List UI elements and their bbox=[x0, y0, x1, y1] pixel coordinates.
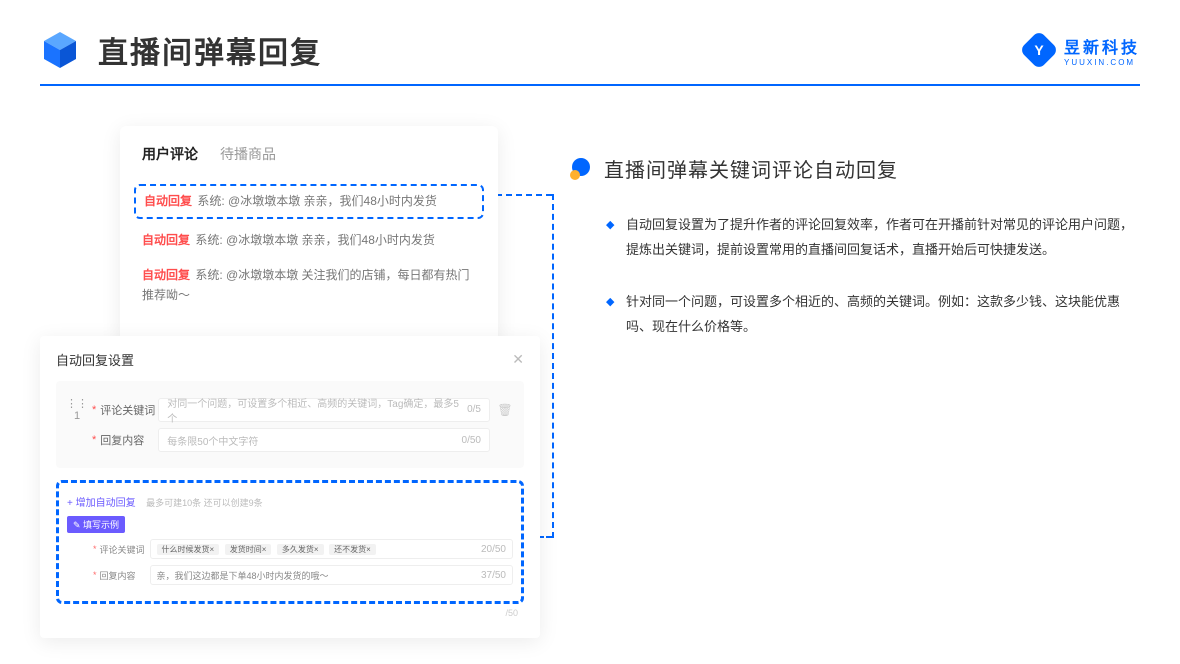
example-highlight-box: + 增加自动回复 最多可建10条 还可以创建9条 ✎ 填写示例 * 评论关键词 … bbox=[56, 480, 524, 604]
example-content-label: 回复内容 bbox=[100, 569, 150, 582]
bullet-item: 针对同一个问题，可设置多个相近的、高频的关键词。例如：这款多少钱、这块能优惠吗、… bbox=[606, 290, 1140, 339]
add-auto-reply-link[interactable]: + 增加自动回复 bbox=[67, 494, 136, 509]
tab-products[interactable]: 待播商品 bbox=[220, 144, 276, 164]
tab-user-comments[interactable]: 用户评论 bbox=[142, 144, 198, 164]
settings-panel: 自动回复设置 ✕ ⋮⋮ 1 * 评论关键词 对同一个问题，可设置多个相近、高频的… bbox=[40, 336, 540, 638]
form-block: ⋮⋮ 1 * 评论关键词 对同一个问题，可设置多个相近、高频的关键词，Tag确定… bbox=[56, 381, 524, 468]
auto-reply-tag: 自动回复 bbox=[144, 194, 192, 208]
keyword-input[interactable]: 对同一个问题，可设置多个相近、高频的关键词，Tag确定，最多5个 0/5 bbox=[158, 398, 490, 422]
content-label: 回复内容 bbox=[100, 432, 158, 448]
tag-chip: 发货时间× bbox=[225, 544, 272, 555]
comment-row: 自动回复 系统: @冰墩墩本墩 关注我们的店铺，每日都有热门推荐呦～ bbox=[120, 258, 498, 312]
example-keyword-label: 评论关键词 bbox=[100, 543, 150, 556]
required-mark: * bbox=[92, 404, 96, 416]
comment-text: 系统: @冰墩墩本墩 亲亲，我们48小时内发货 bbox=[195, 233, 435, 247]
outer-counter: /50 bbox=[56, 608, 524, 618]
content-counter: 0/50 bbox=[462, 435, 481, 446]
bullet-item: 自动回复设置为了提升作者的评论回复效率，作者可在开播前针对常见的评论用户问题，提… bbox=[606, 213, 1140, 262]
comment-row: 自动回复 系统: @冰墩墩本墩 亲亲，我们48小时内发货 bbox=[120, 223, 498, 258]
required-mark: * bbox=[93, 570, 97, 580]
required-mark: * bbox=[93, 544, 97, 554]
svg-text:Y: Y bbox=[1034, 42, 1044, 58]
auto-reply-tag: 自动回复 bbox=[142, 268, 190, 282]
keyword-counter: 0/5 bbox=[467, 404, 481, 415]
example-badge: ✎ 填写示例 bbox=[67, 516, 125, 533]
page-title: 直播间弹幕回复 bbox=[98, 28, 322, 72]
tag-chip: 什么时候发货× bbox=[157, 544, 220, 555]
tag-chip: 多久发货× bbox=[277, 544, 324, 555]
settings-title: 自动回复设置 bbox=[56, 350, 134, 369]
header: 直播间弹幕回复 Y 昱新科技 YUUXIN.COM bbox=[0, 0, 1180, 84]
comment-panel: 用户评论 待播商品 自动回复 系统: @冰墩墩本墩 亲亲，我们48小时内发货 自… bbox=[120, 126, 498, 349]
example-keyword-input: 什么时候发货× 发货时间× 多久发货× 还不发货× 20/50 bbox=[150, 539, 513, 559]
connector-line bbox=[552, 194, 554, 538]
brand-sub: YUUXIN.COM bbox=[1064, 58, 1140, 67]
comment-row-highlighted: 自动回复 系统: @冰墩墩本墩 亲亲，我们48小时内发货 bbox=[134, 184, 484, 219]
example-content-input: 亲，我们这边都是下单48小时内发货的哦～ 37/50 bbox=[150, 565, 513, 585]
auto-reply-tag: 自动回复 bbox=[142, 233, 190, 247]
left-column: 用户评论 待播商品 自动回复 系统: @冰墩墩本墩 亲亲，我们48小时内发货 自… bbox=[40, 126, 540, 368]
brand-name: 昱新科技 bbox=[1064, 34, 1140, 58]
content-input[interactable]: 每条限50个中文字符 0/50 bbox=[158, 428, 490, 452]
cube-icon bbox=[40, 30, 80, 70]
brand-icon: Y bbox=[1022, 33, 1056, 67]
section-title: 直播间弹幕关键词评论自动回复 bbox=[604, 154, 898, 183]
comment-text: 系统: @冰墩墩本墩 关注我们的店铺，每日都有热门推荐呦～ bbox=[142, 268, 470, 301]
connector-line bbox=[496, 194, 552, 196]
add-note: 最多可建10条 还可以创建9条 bbox=[146, 498, 263, 508]
close-icon[interactable]: ✕ bbox=[512, 351, 524, 368]
keyword-label: 评论关键词 bbox=[100, 402, 158, 418]
brand-logo: Y 昱新科技 YUUXIN.COM bbox=[1022, 33, 1140, 67]
right-column: 直播间弹幕关键词评论自动回复 自动回复设置为了提升作者的评论回复效率，作者可在开… bbox=[570, 126, 1140, 368]
required-mark: * bbox=[92, 434, 96, 446]
delete-icon[interactable]: 🗑 bbox=[496, 403, 514, 417]
row-index-badge: ⋮⋮ 1 bbox=[66, 397, 88, 422]
section-bullet-icon bbox=[570, 158, 592, 180]
example-content-counter: 37/50 bbox=[481, 570, 506, 581]
tag-chip: 还不发货× bbox=[329, 544, 376, 555]
example-keyword-counter: 20/50 bbox=[481, 544, 506, 555]
comment-text: 系统: @冰墩墩本墩 亲亲，我们48小时内发货 bbox=[197, 194, 437, 208]
